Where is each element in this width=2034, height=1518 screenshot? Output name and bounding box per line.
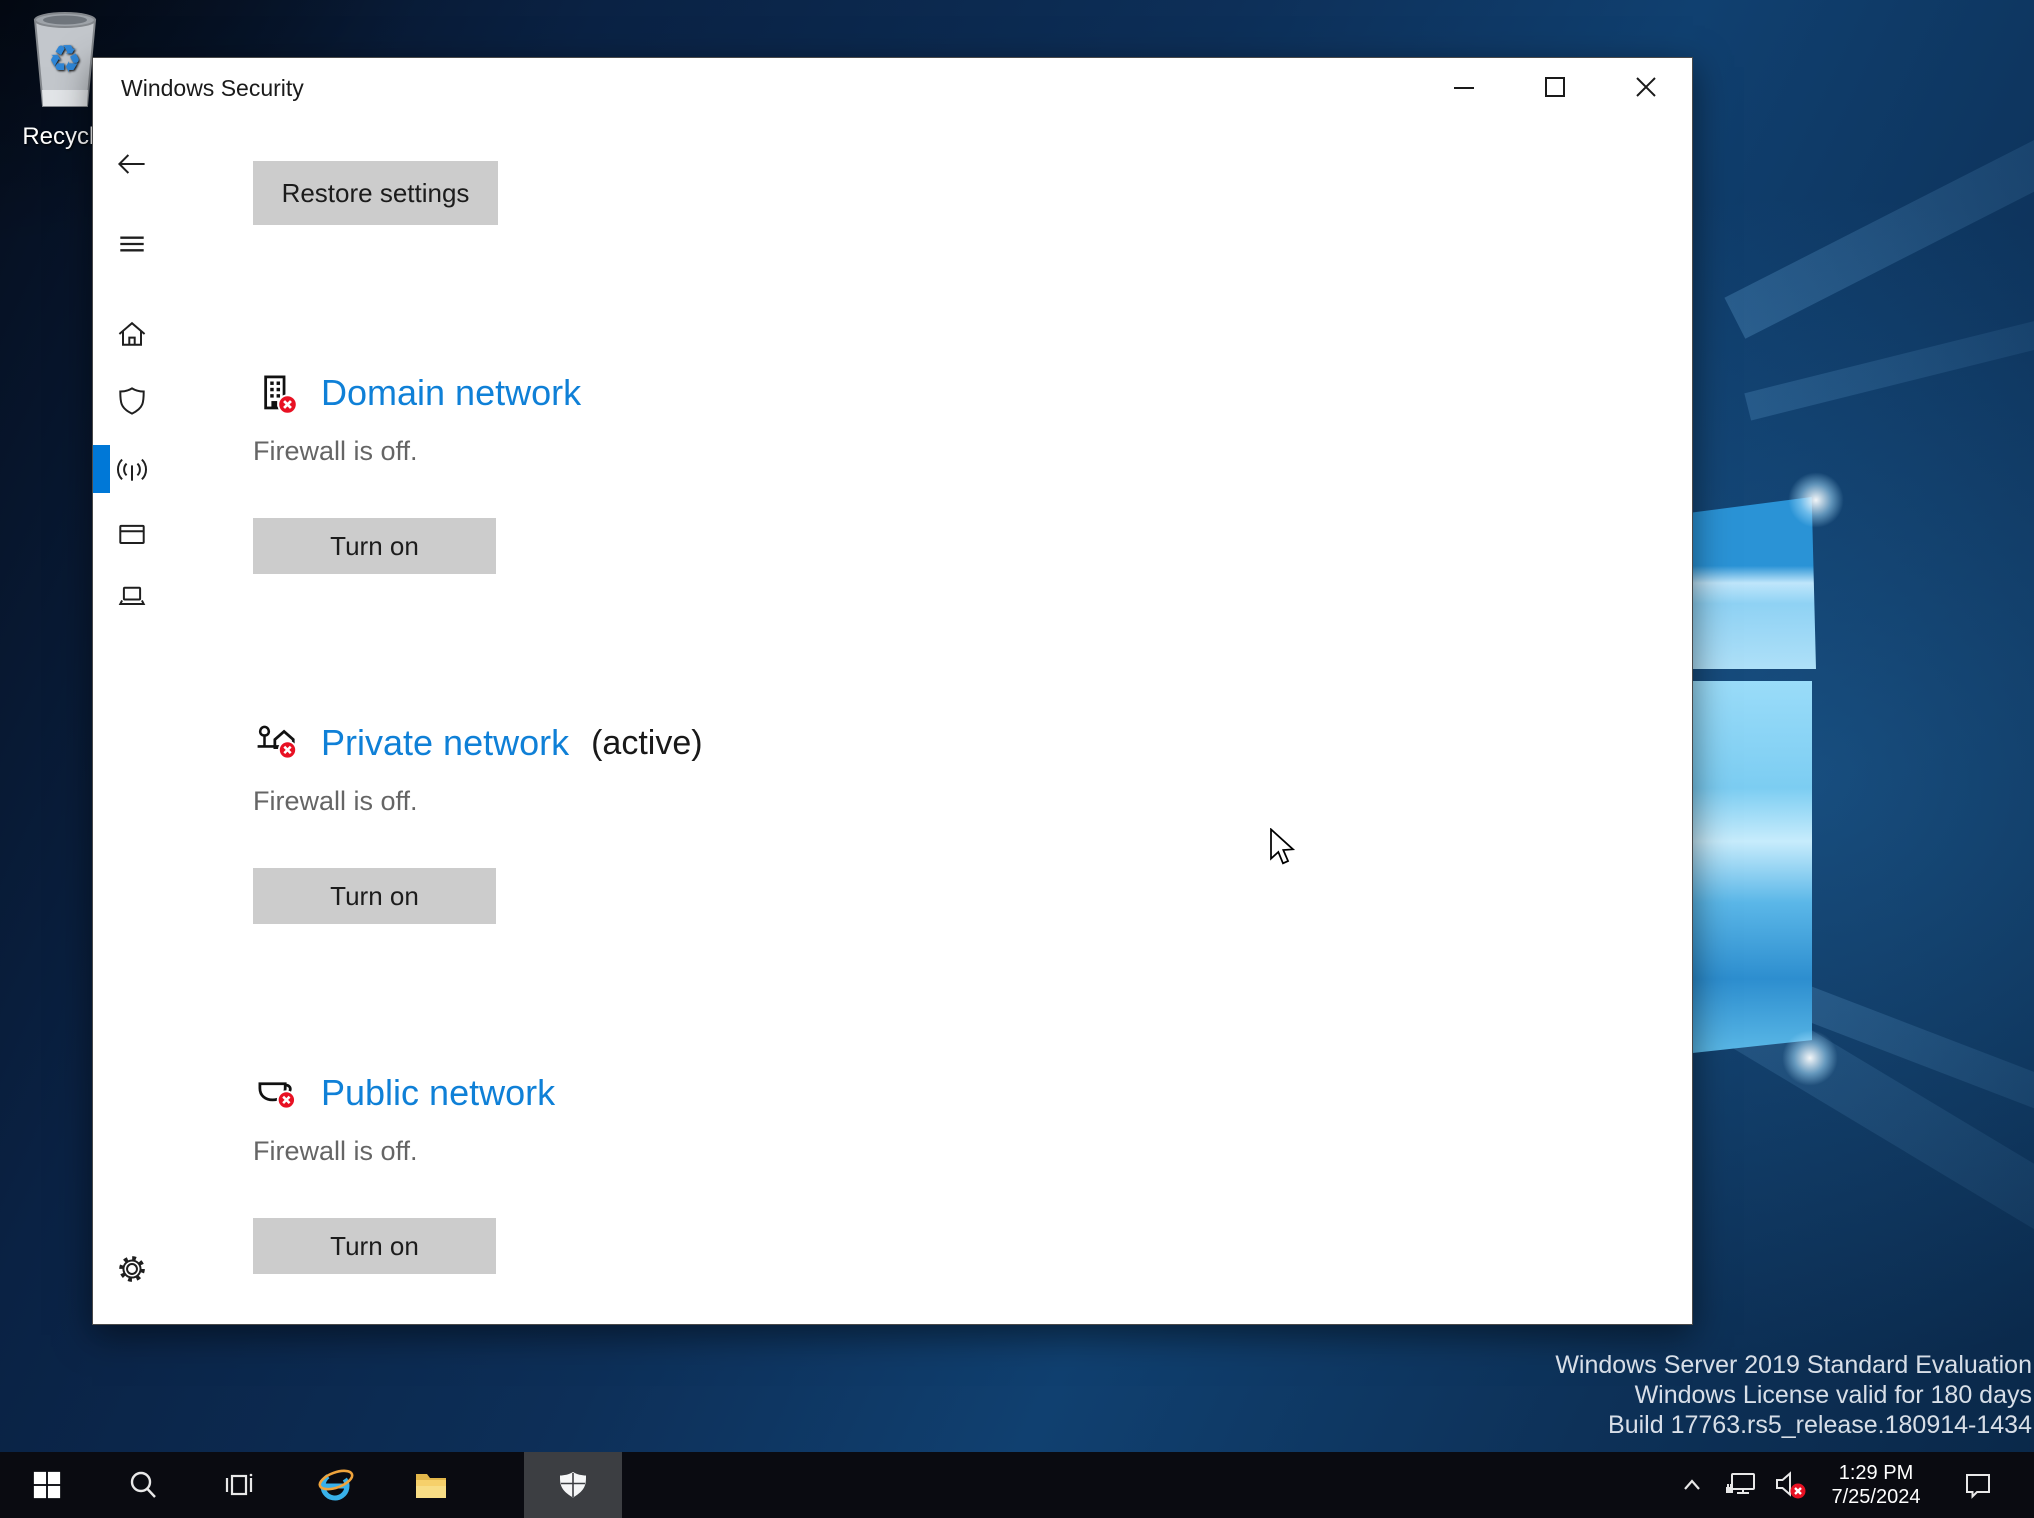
maximize-button[interactable] [1509, 58, 1600, 116]
shield-icon [119, 387, 145, 415]
watermark-line: Windows Server 2019 Standard Evaluation [1555, 1351, 2032, 1379]
wallpaper-glow [1782, 1030, 1838, 1086]
action-center-button[interactable] [1950, 1452, 2006, 1518]
watermark-line: Build 17763.rs5_release.180914-1434 [1608, 1411, 2032, 1439]
file-explorer-icon [416, 1474, 446, 1498]
wallpaper-beam [1724, 7, 2034, 339]
windows-security-taskbar-button[interactable] [524, 1452, 622, 1518]
wallpaper-beam [1731, 999, 2034, 1377]
svg-text:♻: ♻ [48, 37, 82, 81]
task-view-icon [225, 1473, 253, 1496]
windows-security-window: Windows Security Restore settings Domain… [92, 57, 1693, 1325]
tray-network-icon [1726, 1473, 1755, 1494]
section-public-network: Public network Firewall is off. Turn on [253, 1070, 1253, 1300]
internet-explorer-icon [318, 1469, 354, 1501]
section-domain-network: Domain network Firewall is off. Turn on [253, 370, 1253, 600]
search-icon [130, 1471, 156, 1498]
tray-overflow-button[interactable] [1666, 1452, 1718, 1518]
menu-button[interactable] [108, 220, 156, 268]
defender-shield-icon [560, 1472, 586, 1498]
tray-chevron-icon [1684, 1479, 1700, 1490]
start-button[interactable] [0, 1452, 94, 1518]
domain-network-icon [264, 375, 298, 415]
domain-network-link[interactable]: Domain network [253, 370, 603, 416]
firewall-icon [116, 458, 148, 481]
file-explorer-button[interactable] [384, 1452, 478, 1518]
minimize-button[interactable] [1418, 58, 1509, 116]
section-title: Public network [321, 1072, 556, 1113]
device-icon [118, 586, 146, 605]
tray-network-button[interactable] [1718, 1452, 1764, 1518]
public-network-link[interactable]: Public network [253, 1070, 577, 1116]
settings-gear-icon [119, 1256, 145, 1282]
restore-settings-button[interactable]: Restore settings [253, 161, 498, 225]
search-button[interactable] [96, 1452, 190, 1518]
turn-on-button-public[interactable]: Turn on [253, 1218, 496, 1274]
close-button[interactable] [1600, 58, 1691, 116]
sidebar-item-virus-protection[interactable] [108, 377, 156, 425]
sidebar-item-device-security[interactable] [108, 571, 156, 619]
mouse-cursor [1268, 827, 1298, 873]
section-suffix: (active) [591, 723, 703, 762]
section-title: Private network [321, 722, 570, 763]
sidebar-item-firewall[interactable] [108, 445, 156, 493]
maximize-icon [1544, 77, 1565, 97]
apps-icon [119, 524, 145, 544]
section-title: Domain network [321, 372, 582, 413]
sidebar-item-settings[interactable] [108, 1245, 156, 1293]
task-view-button[interactable] [192, 1452, 286, 1518]
sidebar-item-home[interactable] [108, 310, 156, 358]
start-icon [33, 1471, 61, 1499]
taskbar: 1:29 PM 7/25/2024 [0, 1452, 2034, 1518]
private-network-icon [257, 725, 298, 760]
close-icon [1635, 77, 1656, 97]
back-icon [117, 154, 145, 174]
firewall-status-text: Firewall is off. [253, 786, 418, 816]
clock-time: 1:29 PM [1838, 1462, 1914, 1484]
firewall-status-text: Firewall is off. [253, 436, 418, 466]
wallpaper-glow [1788, 472, 1844, 528]
section-private-network: Private network (active) Firewall is off… [253, 720, 1253, 950]
turn-on-button-domain[interactable]: Turn on [253, 518, 496, 574]
mouse-cursor-icon [1270, 827, 1296, 865]
home-icon [118, 321, 146, 346]
wallpaper-beam [1744, 267, 2034, 421]
turn-on-button-private[interactable]: Turn on [253, 868, 496, 924]
titlebar[interactable]: Windows Security [93, 58, 1692, 116]
minimize-icon [1453, 87, 1474, 89]
menu-icon [120, 236, 144, 252]
internet-explorer-button[interactable] [288, 1452, 382, 1518]
action-center-icon [1966, 1474, 1990, 1499]
os-watermark: Windows Server 2019 Standard Evaluation … [1555, 1350, 2032, 1440]
public-network-icon [258, 1082, 296, 1110]
window-title: Windows Security [121, 75, 304, 101]
firewall-status-text: Firewall is off. [253, 1136, 418, 1166]
tray-volume-button[interactable] [1764, 1452, 1816, 1518]
desktop: ♻ Recycle Windows Security Restore setti… [0, 0, 2034, 1518]
back-button[interactable] [108, 140, 156, 188]
sidebar-item-app-browser-control[interactable] [108, 510, 156, 558]
clock-date: 7/25/2024 [1831, 1486, 1921, 1508]
watermark-line: Windows License valid for 180 days [1634, 1381, 2032, 1409]
private-network-link[interactable]: Private network (active) [253, 720, 703, 766]
tray-clock[interactable]: 1:29 PM 7/25/2024 [1818, 1452, 1934, 1518]
volume-muted-icon [1776, 1471, 1806, 1499]
